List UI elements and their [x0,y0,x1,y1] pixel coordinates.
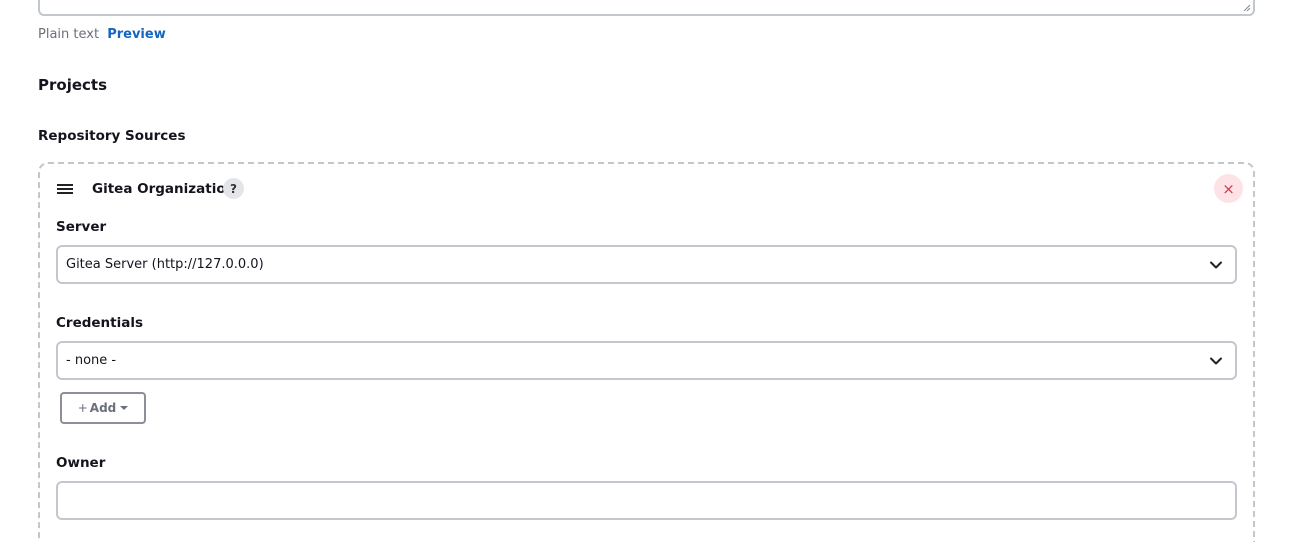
credentials-select[interactable]: - none - [56,341,1237,380]
text-format-row: Plain text Preview [38,27,166,42]
owner-label: Owner [56,455,106,471]
description-textarea[interactable] [38,0,1255,16]
drag-handle-icon[interactable] [57,184,73,196]
server-label: Server [56,219,107,235]
add-button-label: Add [89,401,117,415]
credentials-label: Credentials [56,315,144,331]
server-select[interactable]: Gitea Server (http://127.0.0.0) [56,245,1237,284]
plus-icon: + [77,401,88,415]
repository-sources-heading: Repository Sources [38,128,186,144]
preview-link[interactable]: Preview [107,27,166,42]
add-credentials-button[interactable]: + Add [60,392,146,424]
help-icon[interactable]: ? [223,178,244,199]
caret-down-icon [120,406,129,410]
owner-input[interactable] [56,481,1237,520]
server-selected-value: Gitea Server (http://127.0.0.0) [66,257,264,272]
chevron-down-icon [1210,357,1222,365]
block-title: Gitea Organization [92,181,236,197]
credentials-selected-value: - none - [66,353,117,368]
page: Plain text Preview Projects Repository S… [0,0,1305,542]
chevron-down-icon [1210,261,1222,269]
remove-icon[interactable]: × [1214,174,1243,203]
projects-heading: Projects [38,76,108,94]
plain-text-label: Plain text [38,27,100,42]
resize-grip-icon[interactable] [1243,4,1251,12]
